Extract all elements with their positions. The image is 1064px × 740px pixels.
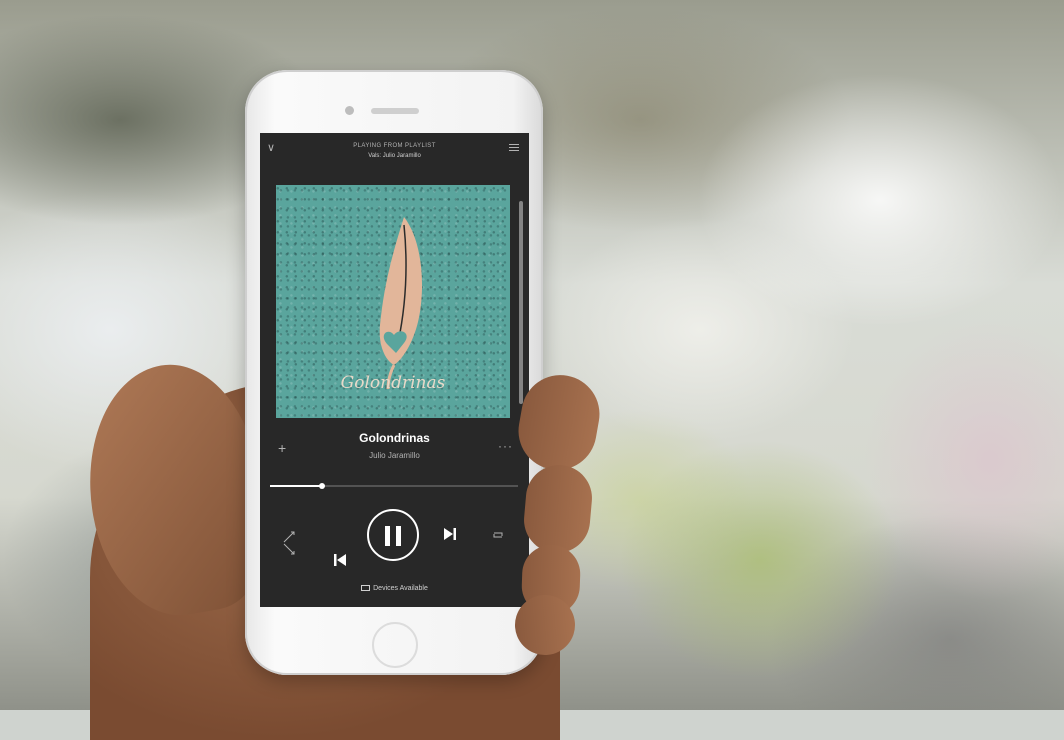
home-button[interactable] [372,622,418,668]
queue-icon[interactable] [509,144,519,153]
pause-button[interactable] [367,509,419,561]
devices-available-button[interactable]: Devices Available [260,585,529,592]
cover-title: Golondrinas [340,373,446,393]
player-header: ∨ PLAYING FROM PLAYLIST Vals: Julio Jara… [260,133,529,171]
playlist-name[interactable]: Vals: Julio Jaramillo [260,153,529,159]
player-screen: ∨ PLAYING FROM PLAYLIST Vals: Julio Jara… [260,133,529,607]
track-artist[interactable]: Julio Jaramillo [260,451,529,460]
progress-knob[interactable] [319,483,326,489]
track-title: Golondrinas [359,431,430,445]
album-cover: Golondrinas [276,185,510,418]
shuffle-icon[interactable] [282,528,300,556]
previous-icon[interactable] [333,553,347,567]
front-camera [345,106,354,115]
next-icon[interactable] [443,527,457,541]
devices-icon [361,585,371,592]
progress-bar[interactable] [270,483,518,489]
pause-icon [385,526,390,546]
repeat-icon[interactable] [491,530,505,540]
devices-label: Devices Available [373,585,428,592]
more-icon[interactable]: ··· [498,439,513,453]
pause-icon [396,526,401,546]
progress-fill [270,485,323,487]
scrollbar[interactable] [519,201,523,404]
earpiece-speaker [371,108,419,114]
playing-from-label: PLAYING FROM PLAYLIST [353,143,436,149]
phone: ∨ PLAYING FROM PLAYLIST Vals: Julio Jara… [245,70,543,675]
